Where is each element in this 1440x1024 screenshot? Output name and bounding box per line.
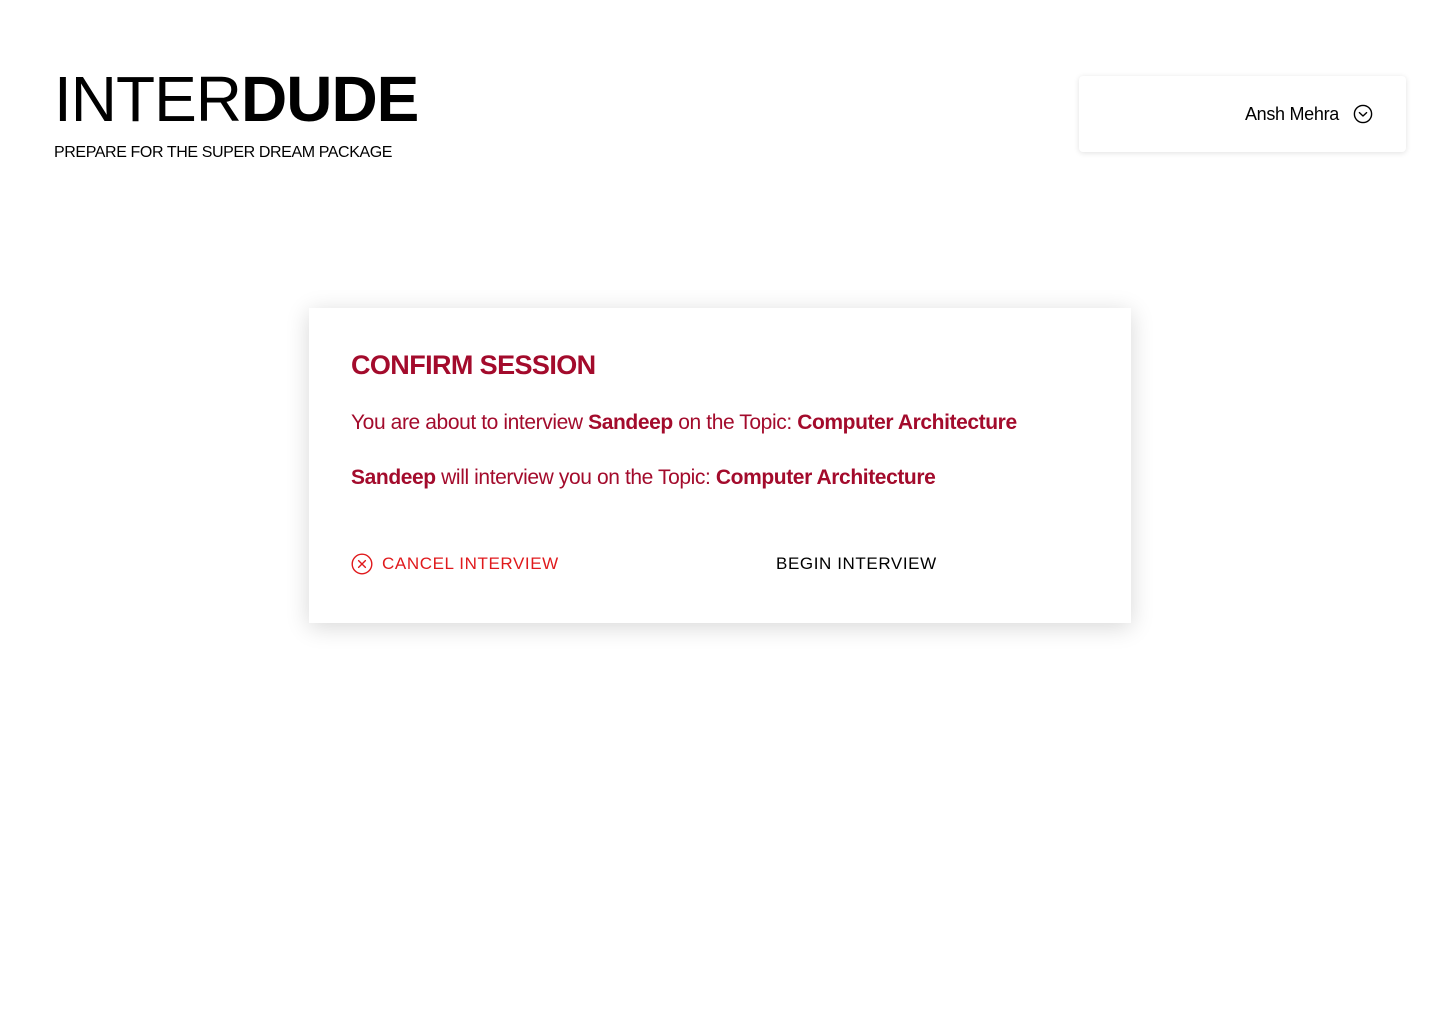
- cancel-interview-label: CANCEL INTERVIEW: [382, 554, 559, 573]
- dialog-title: CONFIRM SESSION: [351, 350, 596, 380]
- user-name: Ansh Mehra: [1244, 103, 1339, 124]
- interview-summary-you: You are about to interview Sandeep on th…: [351, 409, 1089, 437]
- close-circle-icon: [351, 553, 373, 575]
- logo-text-dude: DUDE: [241, 63, 419, 135]
- brand: INTERDUDE PREPARE FOR THE SUPER DREAM PA…: [54, 62, 419, 162]
- interview-topic: Computer Architecture: [797, 411, 1017, 434]
- summary-middle: on the Topic:: [672, 411, 798, 434]
- interviewee-name: Sandeep: [588, 411, 673, 434]
- chevron-down-icon[interactable]: [1353, 104, 1373, 124]
- confirm-session-dialog: CONFIRM SESSION You are about to intervi…: [309, 308, 1131, 623]
- cancel-interview-button[interactable]: CANCEL INTERVIEW: [351, 553, 559, 575]
- logo-text-inter: INTER: [54, 63, 242, 135]
- app-logo: INTERDUDE: [54, 62, 419, 136]
- interviewer-name: Sandeep: [351, 466, 436, 489]
- begin-interview-button[interactable]: BEGIN INTERVIEW: [776, 553, 937, 575]
- app-tagline: PREPARE FOR THE SUPER DREAM PACKAGE: [54, 144, 393, 161]
- dialog-actions: CANCEL INTERVIEW BEGIN INTERVIEW: [351, 553, 1091, 577]
- interview-summary-them: Sandeep will interview you on the Topic:…: [351, 464, 1089, 492]
- summary-prefix: You are about to interview: [351, 411, 589, 434]
- user-menu[interactable]: Ansh Mehra: [1079, 76, 1406, 152]
- interview-topic-2: Computer Architecture: [715, 466, 936, 489]
- summary-middle-2: will interview you on the Topic:: [435, 466, 716, 489]
